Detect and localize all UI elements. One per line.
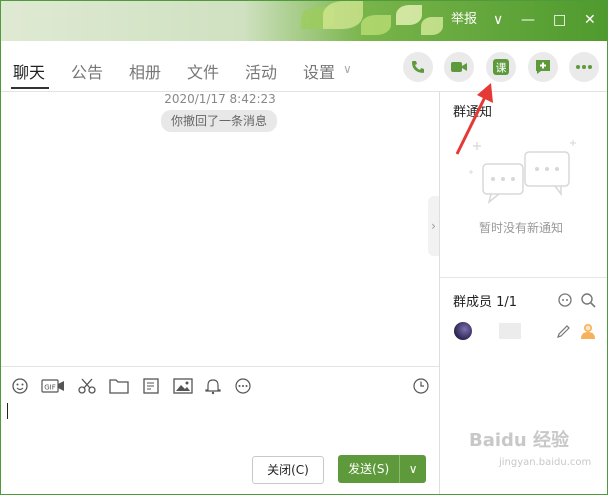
empty-notice-text: 暂时没有新通知 (479, 221, 564, 235)
chat-message-area[interactable]: 2020/1/17 8:42:23 你撤回了一条消息 (1, 92, 439, 366)
tab-files[interactable]: 文件 (187, 59, 219, 83)
course-icon: 课 (493, 59, 509, 75)
more-button[interactable] (569, 52, 599, 82)
svg-text:课: 课 (496, 62, 507, 75)
tab-bar: 聊天 公告 相册 文件 活动 设置 ∨ 课 (1, 41, 607, 92)
search-icon[interactable] (580, 292, 596, 308)
chevron-down-icon[interactable]: ∨ (343, 62, 352, 76)
send-button-label[interactable]: 发送(S) (338, 455, 401, 483)
scissors-icon[interactable] (77, 377, 97, 395)
close-chat-button[interactable]: 关闭(C) (252, 456, 324, 484)
add-app-button[interactable] (528, 52, 558, 82)
text-cursor[interactable] (7, 403, 8, 419)
edit-icon[interactable] (556, 324, 571, 339)
recall-notice: 你撤回了一条消息 (161, 110, 278, 132)
message-timestamp: 2020/1/17 8:42:23 (164, 92, 276, 106)
input-toolbar: GIF (1, 366, 439, 403)
maximize-button[interactable]: □ (553, 11, 566, 29)
history-icon[interactable] (411, 377, 431, 395)
qq-group-window: 举报 ∨ — □ ✕ 聊天 公告 相册 文件 活动 设置 ∨ 课 2020/1/… (0, 0, 608, 495)
owner-icon (581, 324, 595, 339)
image-icon[interactable] (173, 377, 193, 395)
tab-chat[interactable]: 聊天 (13, 59, 45, 83)
tab-settings[interactable]: 设置 (303, 59, 335, 83)
leaf-decoration (396, 5, 422, 25)
send-button[interactable]: 发送(S) ∨ (338, 455, 426, 483)
tab-announcement[interactable]: 公告 (71, 59, 103, 83)
video-call-button[interactable] (444, 52, 474, 82)
watermark-url: jingyan.baidu.com (499, 457, 592, 468)
video-icon (451, 62, 467, 72)
tab-album[interactable]: 相册 (129, 59, 161, 83)
watermark-logo: Baidu 经验 (469, 430, 570, 451)
bell-icon[interactable] (203, 377, 223, 395)
phone-icon (412, 61, 424, 73)
emoji-icon[interactable] (10, 377, 30, 395)
annotation-arrow (455, 83, 493, 155)
title-bar: 举报 ∨ — □ ✕ (1, 1, 607, 41)
minimize-button[interactable]: — (521, 11, 535, 29)
close-button[interactable]: ✕ (584, 11, 596, 29)
active-tab-indicator (11, 87, 49, 89)
svg-text:GIF: GIF (44, 384, 56, 392)
add-app-icon (536, 60, 550, 74)
panel-divider (439, 92, 440, 494)
member-settings-icon[interactable] (557, 292, 573, 308)
more-circle-icon[interactable] (233, 377, 253, 395)
send-options-chevron-icon[interactable]: ∨ (400, 455, 426, 483)
voice-call-button[interactable] (403, 52, 433, 82)
member-name-redacted (499, 323, 521, 339)
dropdown-icon[interactable]: ∨ (493, 11, 503, 29)
leaf-decoration (421, 17, 443, 35)
folder-icon[interactable] (109, 377, 129, 395)
collapse-panel-handle[interactable]: › (428, 196, 439, 256)
report-button[interactable]: 举报 (451, 11, 477, 29)
members-title: 群成员 1/1 (453, 295, 518, 310)
transfer-icon[interactable] (142, 377, 162, 395)
leaf-decoration (361, 15, 391, 35)
gif-icon[interactable]: GIF (41, 377, 65, 395)
right-panel-divider (440, 277, 607, 278)
leaf-decoration (323, 1, 363, 29)
avatar[interactable] (454, 322, 472, 340)
course-button[interactable]: 课 (486, 52, 516, 82)
tab-activity[interactable]: 活动 (245, 59, 277, 83)
more-icon (576, 65, 592, 69)
